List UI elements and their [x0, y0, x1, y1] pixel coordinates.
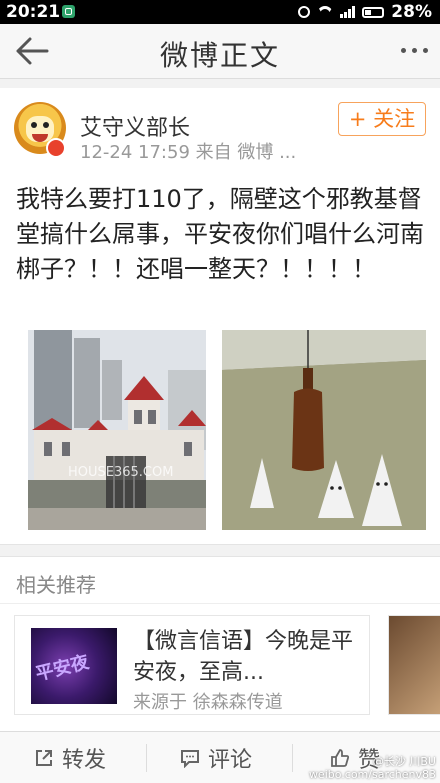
repost-icon — [36, 749, 52, 766]
divider — [146, 744, 147, 772]
related-item-partial[interactable] — [388, 615, 440, 715]
related-item-title: 【微言信语】今晚是平安夜，至高... — [133, 629, 354, 685]
divider — [0, 603, 440, 604]
wifi-icon — [317, 6, 333, 18]
repost-label: 转发 — [62, 747, 107, 773]
repost-button[interactable]: 转发 — [34, 732, 106, 783]
comment-label: 评论 — [208, 747, 253, 773]
post-text: 我特么要打110了，隔壁这个邪教基督堂搞什么屌事，平安夜你们唱什么河南梆子？！！… — [16, 185, 424, 283]
page-title: 微博正文 — [159, 39, 280, 72]
related-item-source: 来源于 徐森森传道 — [133, 692, 283, 713]
more-options-icon[interactable] — [401, 48, 428, 53]
notification-icon — [62, 5, 75, 18]
bottom-toolbar: 转发 评论 赞 @长沙 川BU weibo.com/sarchenv83 — [0, 731, 440, 783]
battery-percent: 28% — [391, 2, 432, 22]
comment-button[interactable]: 评论 — [180, 732, 252, 783]
signal-icon — [340, 6, 356, 18]
status-time: 20:21 — [6, 2, 61, 22]
related-thumbnail: 平安夜 — [31, 628, 117, 704]
divider — [292, 744, 293, 772]
post-card: 艾守义部长 12-24 17:59 来自 微博 ... + 关注 我特么要打11… — [0, 88, 440, 545]
top-nav-bar: 微博正文 — [0, 24, 440, 79]
post-meta: 12-24 17:59 来自 微博 ... — [80, 142, 297, 163]
battery-icon — [362, 6, 385, 18]
follow-button[interactable]: + 关注 — [338, 102, 426, 136]
verified-badge-icon — [46, 138, 66, 158]
comment-icon — [181, 749, 199, 768]
post-image-bottle[interactable] — [222, 330, 426, 530]
related-section: 相关推荐 平安夜 【微言信语】今晚是平安夜，至高... 来源于 徐森森传道 — [0, 556, 440, 731]
weibo-watermark: @长沙 川BU weibo.com/sarchenv83 — [308, 755, 436, 781]
related-item[interactable]: 平安夜 【微言信语】今晚是平安夜，至高... 来源于 徐森森传道 — [14, 615, 370, 715]
status-bar: 20:21 28% — [0, 0, 440, 24]
post-image-church[interactable]: HOUSE365.COM — [28, 330, 206, 530]
related-heading: 相关推荐 — [16, 573, 96, 597]
alarm-icon — [298, 6, 311, 18]
status-icons: 28% — [298, 2, 432, 22]
image-watermark: HOUSE365.COM — [68, 465, 173, 480]
